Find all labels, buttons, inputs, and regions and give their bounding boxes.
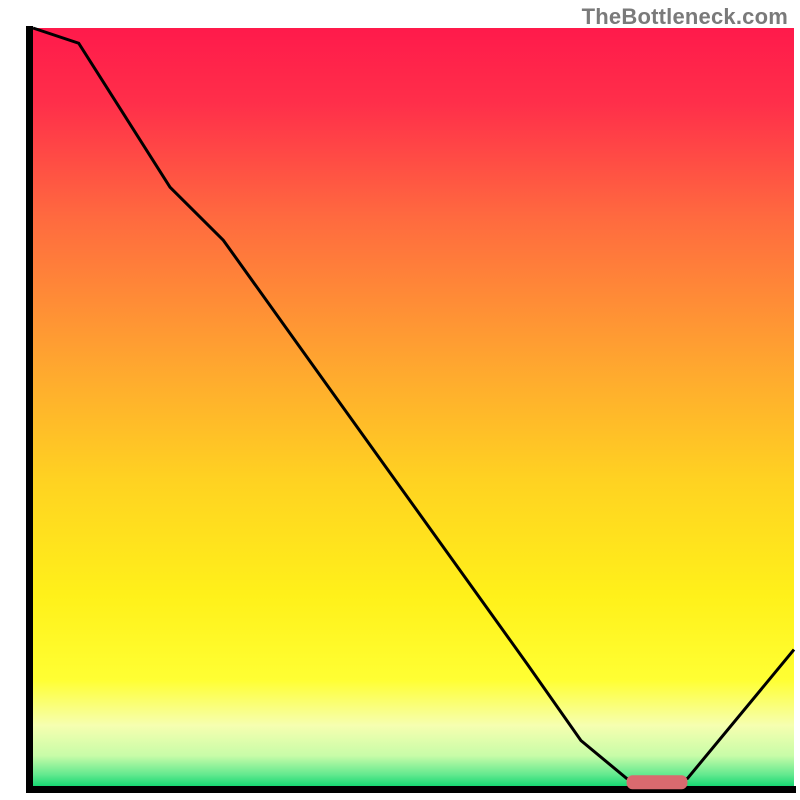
bottleneck-chart	[0, 0, 800, 800]
plot-background	[33, 28, 794, 786]
optimal-range-marker	[627, 775, 688, 789]
chart-container: TheBottleneck.com	[0, 0, 800, 800]
